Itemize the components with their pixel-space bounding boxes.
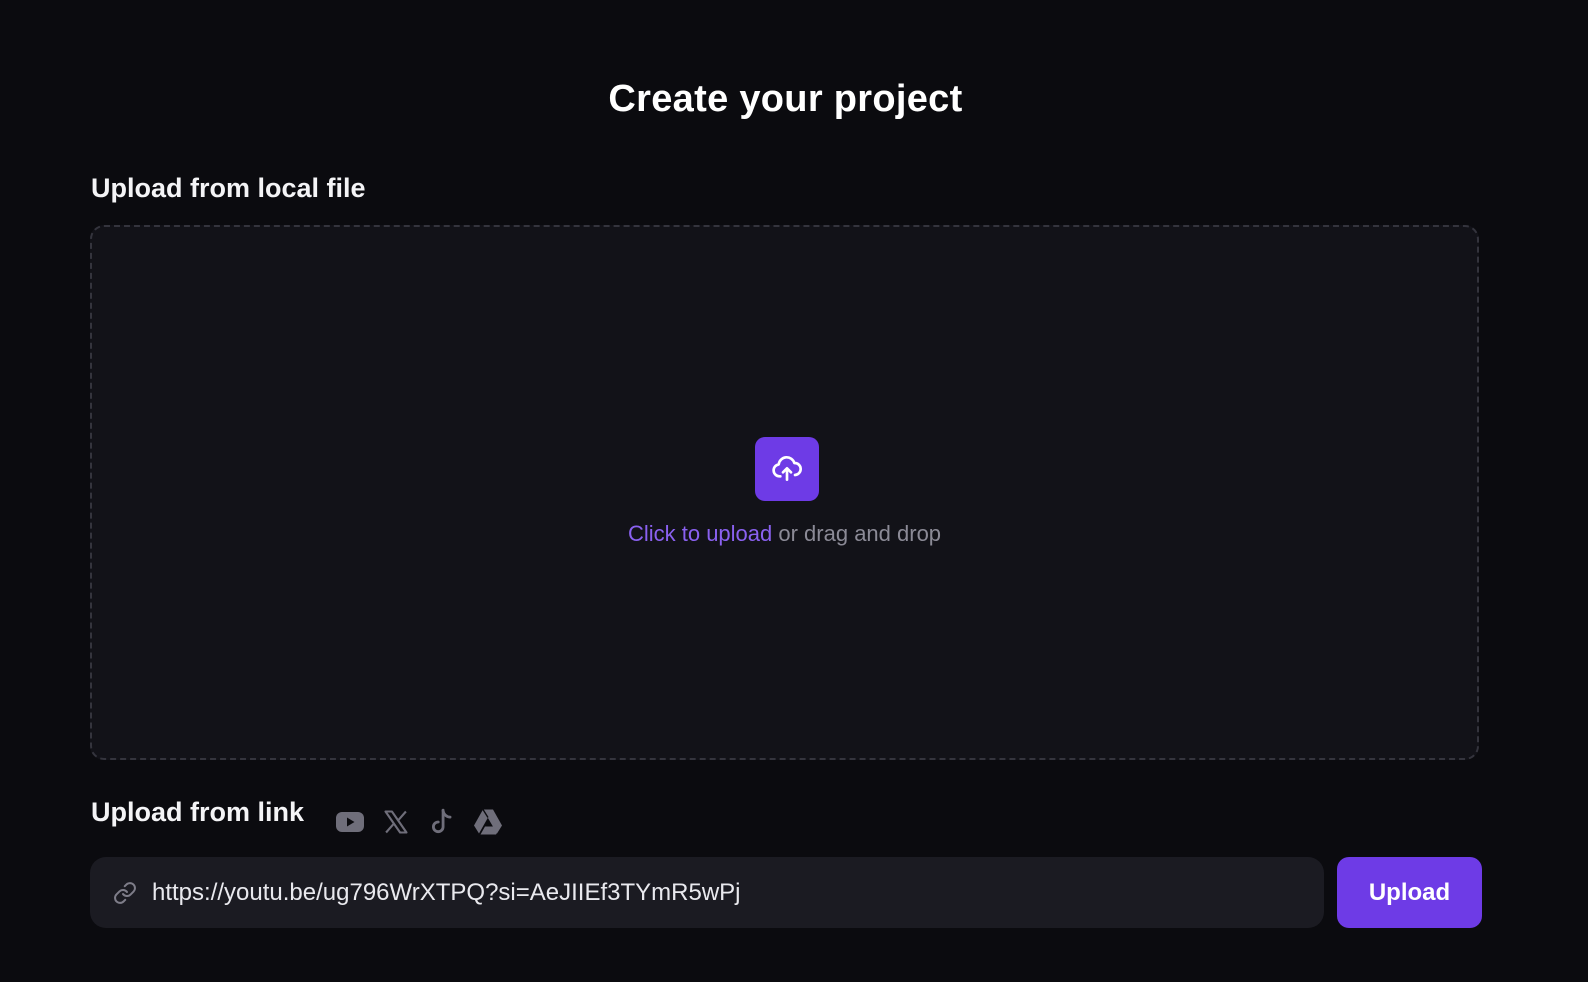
cloud-upload-icon [772,456,802,481]
click-to-upload-link[interactable]: Click to upload [628,521,772,546]
google-drive-icon [473,807,503,837]
upload-button[interactable]: Upload [1337,857,1482,928]
link-upload-label: Upload from link [91,797,305,827]
drag-drop-text: or drag and drop [772,521,942,546]
upload-button-icon[interactable] [755,437,819,501]
file-dropzone[interactable]: Click to upload or drag and drop [90,225,1479,760]
local-upload-label: Upload from local file [91,173,366,203]
link-input-container [90,857,1324,928]
supported-platforms [335,807,503,837]
dropzone-text: Click to upload or drag and drop [92,521,1477,547]
tiktok-icon [427,807,457,837]
x-icon [381,807,411,837]
page-title: Create your project [608,78,963,120]
link-url-input[interactable] [152,857,1324,928]
link-icon [112,880,138,906]
youtube-icon [335,807,365,837]
create-project-page: Create your project Upload from local fi… [0,0,1588,982]
